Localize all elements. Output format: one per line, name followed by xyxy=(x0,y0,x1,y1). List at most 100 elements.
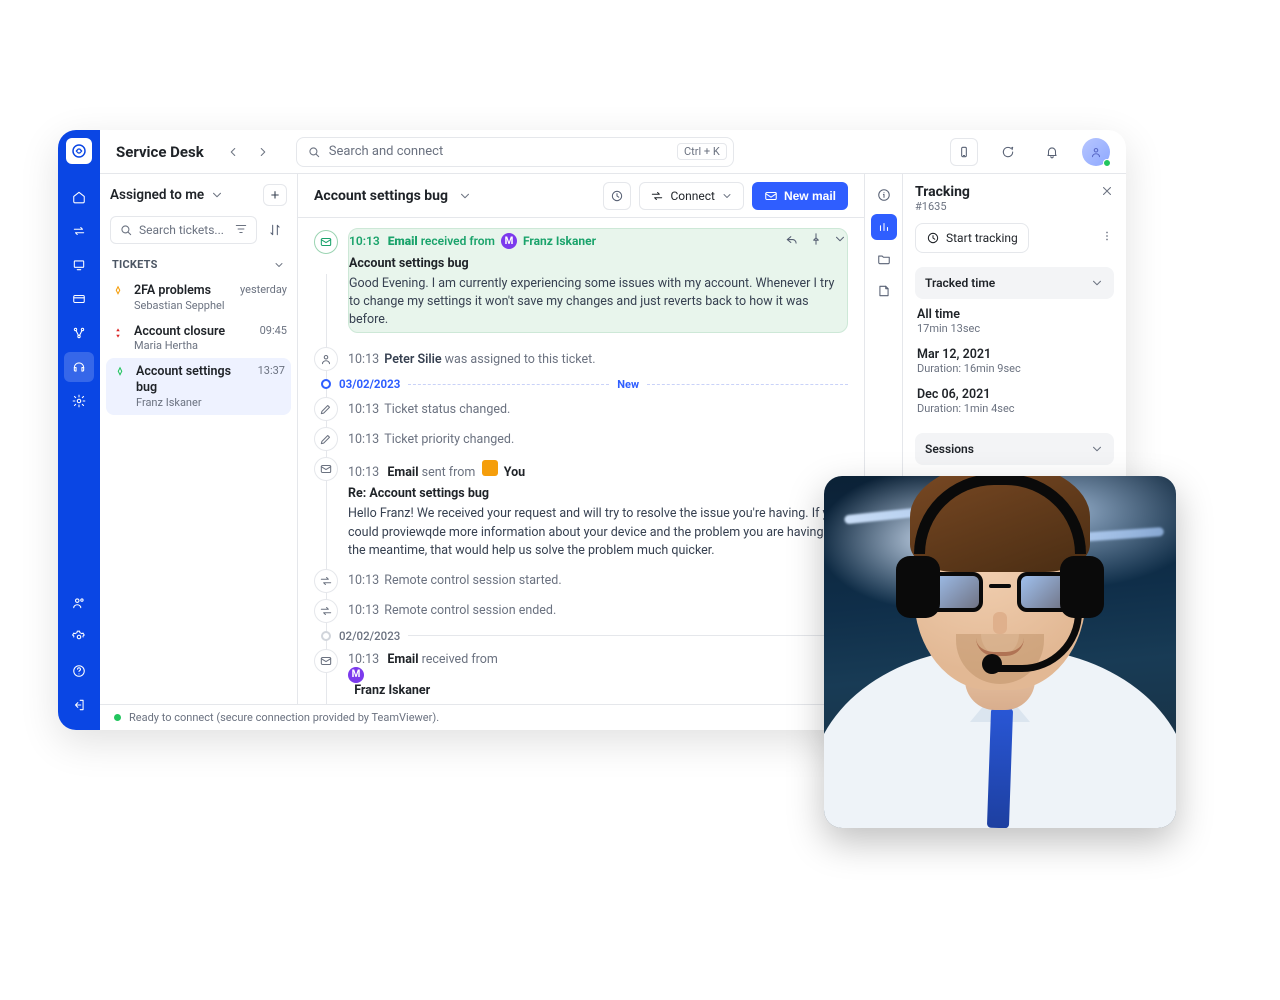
bell-icon[interactable] xyxy=(1038,138,1066,166)
app-logo xyxy=(66,138,92,164)
tracking-id: #1635 xyxy=(915,200,970,213)
mail-icon xyxy=(314,457,338,481)
you-avatar xyxy=(482,460,498,476)
nav-exit-icon[interactable] xyxy=(64,690,94,720)
assign-event: 10:13 Peter Silie was assigned to this t… xyxy=(314,347,848,371)
sender-name: Franz Iskaner xyxy=(523,234,596,248)
nav-card-icon[interactable] xyxy=(64,284,94,314)
remote-end-event: 10:13 Remote control session ended. xyxy=(314,599,848,623)
chevron-down-icon xyxy=(721,190,733,202)
email-body: Good Evening. I am currently experiencin… xyxy=(349,275,847,329)
edit-icon xyxy=(314,427,338,451)
note-icon[interactable] xyxy=(871,278,897,304)
start-tracking-button[interactable]: Start tracking xyxy=(915,223,1029,253)
tracked-time-section[interactable]: Tracked time xyxy=(915,267,1114,299)
status-text: Ready to connect (secure connection prov… xyxy=(129,711,439,724)
chevron-down-icon[interactable] xyxy=(458,189,472,203)
event-time: 10:13 xyxy=(349,234,380,248)
sender-name: Franz Iskaner xyxy=(354,683,430,698)
thread: 10:13 Email received from M Franz Iskane… xyxy=(298,218,864,704)
nav-users-icon[interactable] xyxy=(64,588,94,618)
close-icon[interactable] xyxy=(1100,184,1114,202)
stats-icon[interactable] xyxy=(871,214,897,240)
reply-icon[interactable] xyxy=(785,232,799,250)
chevron-down-icon[interactable] xyxy=(273,259,285,271)
add-ticket-button[interactable]: + xyxy=(263,184,287,206)
ticket-timestamp: 09:45 xyxy=(260,324,287,337)
agent-photo xyxy=(824,476,1176,828)
tracked-label: All time xyxy=(917,307,1112,322)
connect-label: Connect xyxy=(670,189,714,203)
priority-icon xyxy=(110,325,126,341)
history-button[interactable] xyxy=(603,182,631,210)
chevron-down-icon xyxy=(1090,276,1104,290)
more-icon[interactable] xyxy=(1100,229,1114,247)
ticket-item-selected[interactable]: Account settings bugFranz Iskaner 13:37 xyxy=(106,358,291,414)
tracked-value: 17min 13sec xyxy=(917,322,1112,335)
nav-home-icon[interactable] xyxy=(64,182,94,212)
device-icon[interactable] xyxy=(950,138,978,166)
folder-icon[interactable] xyxy=(871,246,897,272)
clock-icon xyxy=(926,231,940,245)
filter-icon[interactable] xyxy=(234,222,248,239)
profile-avatar[interactable] xyxy=(1082,138,1110,166)
tracking-title: Tracking xyxy=(915,184,970,200)
conversation-title: Account settings bug xyxy=(314,188,448,204)
nav-transfer-icon[interactable] xyxy=(64,216,94,246)
ticket-item[interactable]: Account closureMaria Hertha 09:45 xyxy=(100,318,297,359)
ticket-title: 2FA problems xyxy=(134,283,232,299)
priority-icon xyxy=(112,365,128,381)
conversation-header: Account settings bug Connect xyxy=(298,174,864,218)
swap-icon xyxy=(314,599,338,623)
email-card[interactable]: 10:13 Email received from M Franz Iskane… xyxy=(348,228,848,333)
connect-button[interactable]: Connect xyxy=(639,182,743,210)
back-button[interactable] xyxy=(220,139,246,165)
nav-workflow-icon[interactable] xyxy=(64,318,94,348)
search-icon xyxy=(119,223,133,237)
nav-devices-icon[interactable] xyxy=(64,250,94,280)
ticket-panel: Assigned to me + Search tickets... T xyxy=(100,174,298,704)
nav-settings-icon[interactable] xyxy=(64,386,94,416)
priority-event: 10:13 Ticket priority changed. xyxy=(314,427,848,451)
page-title: Service Desk xyxy=(116,143,204,161)
chat-icon[interactable] xyxy=(994,138,1022,166)
chevron-down-icon[interactable] xyxy=(833,232,847,250)
email-subject: Re: Account settings bug xyxy=(348,486,848,501)
topbar: Service Desk Search and connect Ctrl + K xyxy=(100,130,1126,174)
nav-gear-icon[interactable] xyxy=(64,622,94,652)
new-mail-label: New mail xyxy=(784,189,836,203)
email-received-event[interactable]: 10:13 Email received from M Franz Iskane… xyxy=(314,649,848,704)
filter-dropdown[interactable]: Assigned to me xyxy=(110,187,204,203)
tracked-value: Duration: 1min 4sec xyxy=(917,402,1112,415)
search-placeholder: Search and connect xyxy=(329,144,444,159)
ticket-search-placeholder: Search tickets... xyxy=(139,223,224,237)
forward-button[interactable] xyxy=(250,139,276,165)
sessions-section[interactable]: Sessions xyxy=(915,433,1114,465)
sender-name: You xyxy=(504,465,525,480)
user-icon xyxy=(314,347,338,371)
ticket-timestamp: yesterday xyxy=(240,283,287,296)
email-body: Hello Franz! We received your request an… xyxy=(348,505,848,559)
info-icon[interactable] xyxy=(871,182,897,208)
mail-icon xyxy=(764,189,778,203)
new-mail-button[interactable]: New mail xyxy=(752,182,848,210)
nav-rail xyxy=(58,130,100,730)
nav-servicedesk-icon[interactable] xyxy=(64,352,94,382)
sort-button[interactable] xyxy=(263,216,287,244)
remote-start-event: 10:13 Remote control session started. xyxy=(314,569,848,593)
email-sent-event[interactable]: 10:13 Email sent from You Re: Account se… xyxy=(314,457,848,562)
chevron-down-icon xyxy=(1090,442,1104,456)
mail-icon xyxy=(314,649,338,673)
tickets-section-label: TICKETS xyxy=(112,258,158,271)
ticket-search-input[interactable]: Search tickets... xyxy=(110,216,257,244)
global-search[interactable]: Search and connect Ctrl + K xyxy=(296,137,734,167)
swap-icon xyxy=(650,189,664,203)
search-icon xyxy=(307,145,321,159)
ticket-title: Account settings bug xyxy=(136,364,250,395)
pin-icon[interactable] xyxy=(809,232,823,250)
ticket-requester: Maria Hertha xyxy=(134,339,252,352)
nav-help-icon[interactable] xyxy=(64,656,94,686)
ticket-requester: Sebastian Sepphel xyxy=(134,299,232,312)
ticket-item[interactable]: 2FA problemsSebastian Sepphel yesterday xyxy=(100,277,297,318)
sender-avatar: M xyxy=(348,667,364,683)
